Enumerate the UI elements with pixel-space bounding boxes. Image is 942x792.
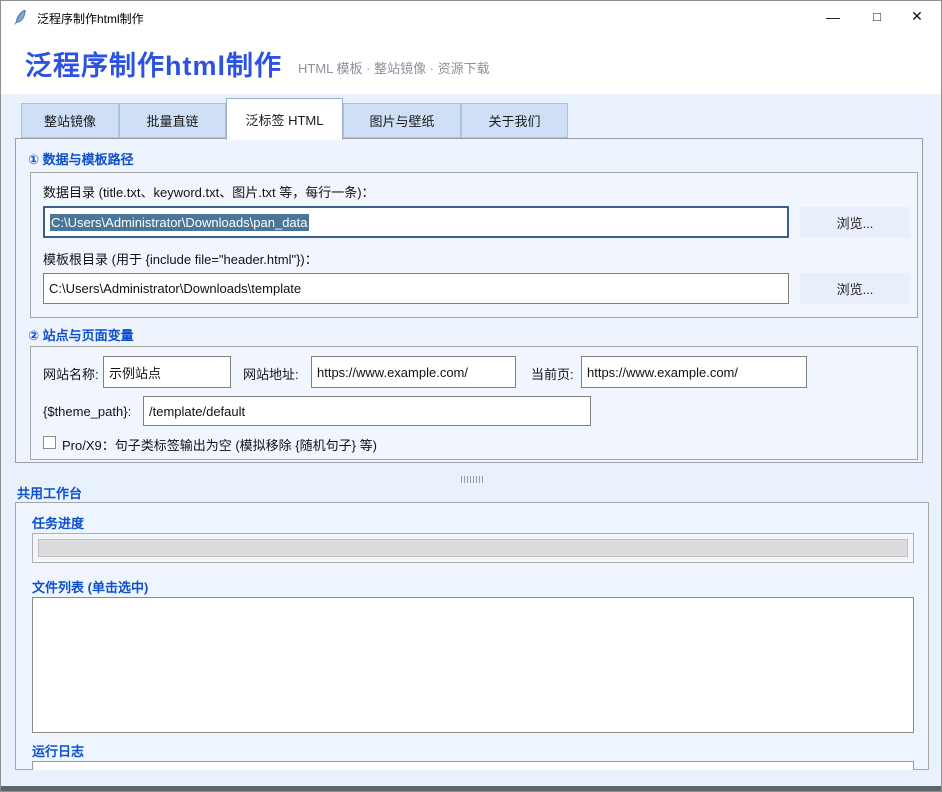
minimize-icon: —	[826, 9, 840, 25]
tab-pan-tag-html[interactable]: 泛标签 HTML	[226, 98, 343, 140]
window-bottom-edge	[1, 786, 941, 791]
paths-group: 数据目录 (title.txt、keyword.txt、图片.txt 等，每行一…	[30, 172, 918, 318]
template-dir-input[interactable]: C:\Users\Administrator\Downloads\templat…	[43, 273, 789, 304]
maximize-button[interactable]: □	[857, 1, 897, 32]
data-dir-browse-button[interactable]: 浏览...	[800, 207, 910, 238]
tab-images-wallpaper[interactable]: 图片与壁纸	[343, 103, 461, 138]
template-dir-label: 模板根目录 (用于 {include file="header.html"})：	[43, 249, 318, 268]
template-dir-browse-button[interactable]: 浏览...	[800, 273, 910, 304]
current-page-value: https://www.example.com/	[587, 365, 738, 380]
section2-title: ② 站点与页面变量	[28, 325, 134, 344]
tab-content-panel: ① 数据与模板路径 数据目录 (title.txt、keyword.txt、图片…	[15, 138, 923, 463]
pane-sash-grip[interactable]	[461, 476, 483, 483]
app-header: 泛程序制作html制作 HTML 模板 · 整站镜像 · 资源下载	[1, 33, 941, 94]
template-dir-value: C:\Users\Administrator\Downloads\templat…	[49, 281, 301, 296]
minimize-button[interactable]: —	[813, 1, 853, 32]
run-log-label: 运行日志	[32, 741, 84, 760]
window-title: 泛程序制作html制作	[37, 10, 144, 27]
data-dir-input[interactable]: C:\Users\Administrator\Downloads\pan_dat…	[43, 206, 789, 238]
maximize-icon: □	[873, 9, 881, 24]
title-bar: 泛程序制作html制作 — □ ✕	[1, 1, 941, 33]
progress-bar-frame	[32, 533, 914, 563]
site-name-label: 网站名称:	[43, 364, 99, 383]
site-vars-group: 网站名称: 示例站点 网站地址: https://www.example.com…	[30, 346, 918, 460]
page-title: 泛程序制作html制作	[25, 44, 282, 83]
theme-path-value: /template/default	[149, 404, 245, 419]
site-name-value: 示例站点	[109, 363, 161, 382]
current-page-label: 当前页:	[531, 364, 574, 383]
tab-whole-site-mirror[interactable]: 整站镜像	[21, 103, 119, 138]
section1-title: ① 数据与模板路径	[28, 149, 134, 168]
page-subtitle: HTML 模板 · 整站镜像 · 资源下载	[298, 50, 490, 77]
close-button[interactable]: ✕	[897, 1, 937, 32]
site-url-value: https://www.example.com/	[317, 365, 468, 380]
progress-bar-trough	[38, 539, 908, 557]
file-list-label: 文件列表 (单击选中)	[32, 577, 148, 596]
site-url-label: 网站地址:	[243, 364, 299, 383]
theme-path-input[interactable]: /template/default	[143, 396, 591, 426]
workbench-frame: 任务进度 文件列表 (单击选中) 运行日志	[15, 502, 929, 770]
file-listbox[interactable]	[32, 597, 914, 733]
data-dir-label: 数据目录 (title.txt、keyword.txt、图片.txt 等，每行一…	[43, 182, 375, 201]
workbench-title: 共用工作台	[17, 483, 82, 502]
current-page-input[interactable]: https://www.example.com/	[581, 356, 807, 388]
theme-path-label: {$theme_path}:	[43, 404, 131, 419]
site-name-input[interactable]: 示例站点	[103, 356, 231, 388]
data-dir-value: C:\Users\Administrator\Downloads\pan_dat…	[50, 214, 309, 231]
pro-x9-checkbox[interactable]	[43, 436, 56, 449]
progress-label: 任务进度	[32, 513, 84, 532]
pro-x9-checkbox-label: Pro/X9：句子类标签输出为空 (模拟移除 {随机句子} 等)	[62, 435, 377, 454]
run-log-textarea[interactable]	[32, 761, 914, 770]
tab-about-us[interactable]: 关于我们	[461, 103, 568, 138]
tab-batch-links[interactable]: 批量直链	[119, 103, 226, 138]
close-icon: ✕	[911, 8, 923, 25]
app-window: 泛程序制作html制作 — □ ✕ 泛程序制作html制作 HTML 模板 · …	[0, 0, 942, 792]
tk-feather-icon	[12, 9, 28, 25]
site-url-input[interactable]: https://www.example.com/	[311, 356, 516, 388]
